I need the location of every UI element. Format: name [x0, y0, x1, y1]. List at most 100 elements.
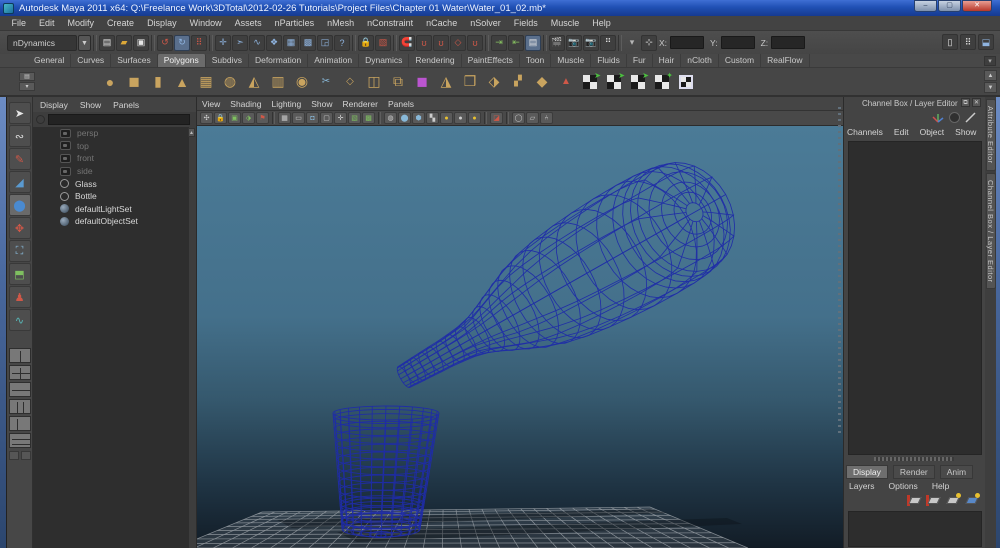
vp-plugin-icon[interactable]: ▱ [526, 112, 539, 124]
curve-tool-icon[interactable]: ∿ [9, 309, 31, 331]
shelf-sphere-icon[interactable]: ● [98, 69, 122, 94]
shelf-tab-fur[interactable]: Fur [627, 54, 653, 67]
z-input[interactable] [771, 36, 805, 49]
vp-lock-camera-icon[interactable]: 🔒 [214, 112, 227, 124]
vp-film-gate-icon[interactable]: ▭ [292, 112, 305, 124]
vp-light-default-icon[interactable]: ● [454, 112, 467, 124]
menu-modify[interactable]: Modify [61, 18, 101, 28]
shelf-checker2-icon[interactable]: ➤ [602, 69, 626, 94]
vp-isolate-icon[interactable]: ◯ [512, 112, 525, 124]
vp-shaded-icon[interactable]: ⬤ [398, 112, 411, 124]
maximize-button[interactable]: ▢ [938, 0, 961, 12]
shelf-smooth-icon[interactable]: ◼ [410, 69, 434, 94]
shelf-checker3-icon[interactable]: ➤ [626, 69, 650, 94]
shelf-checker1-icon[interactable]: ➤ [578, 69, 602, 94]
cb-menu-channels[interactable]: Channels [847, 127, 883, 137]
vp-light-selected-icon[interactable]: ● [468, 112, 481, 124]
shelf-bridge-icon[interactable]: ⬗ [482, 69, 506, 94]
absolute-transform-icon[interactable]: ⊹ [641, 35, 657, 51]
cb-menu-show[interactable]: Show [955, 127, 976, 137]
divider[interactable] [93, 35, 97, 51]
shelf-extrude-icon[interactable]: ◮ [434, 69, 458, 94]
create-empty-layer-icon[interactable] [907, 495, 922, 507]
select-by-component-icon[interactable]: ∿ [249, 35, 265, 51]
slider-mode-icon[interactable] [964, 111, 977, 124]
render-icon[interactable]: 🎬 [549, 35, 565, 51]
channel-box-close-icon[interactable]: ✕ [972, 98, 981, 107]
shelf-torus-icon[interactable]: ◍ [218, 69, 242, 94]
layout-hypergraph-icon[interactable] [9, 433, 31, 448]
shelf-tab-fluids[interactable]: Fluids [591, 54, 627, 67]
shelf-combine-icon[interactable]: ◫ [362, 69, 386, 94]
menu-set-dropdown[interactable]: nDynamics [7, 35, 77, 51]
outliner-scroll-up[interactable]: ▲ [188, 128, 195, 137]
render-settings-icon[interactable]: 📷 [583, 35, 599, 51]
vp-bookmark-icon[interactable]: ⬗ [242, 112, 255, 124]
divider[interactable] [209, 35, 213, 51]
outliner-item-front[interactable]: front [33, 152, 189, 165]
shelf-tab-deformation[interactable]: Deformation [249, 54, 308, 67]
divider[interactable] [618, 35, 622, 51]
le-menu-help[interactable]: Help [932, 481, 949, 491]
shelf-tab-animation[interactable]: Animation [308, 54, 359, 67]
layer-tab-display[interactable]: Display [846, 465, 888, 479]
menu-muscle[interactable]: Muscle [544, 18, 586, 28]
shelf-bevel-icon[interactable]: ❒ [458, 69, 482, 94]
divider[interactable] [352, 35, 356, 51]
vp-wireframe-icon[interactable]: ◍ [384, 112, 397, 124]
viewport-menu-lighting[interactable]: Lighting [271, 99, 301, 109]
menu-display[interactable]: Display [141, 18, 184, 28]
cb-menu-object[interactable]: Object [920, 127, 945, 137]
shelf-helix-icon[interactable]: ◉ [290, 69, 314, 94]
outliner-item-persp[interactable]: persp [33, 127, 189, 140]
panel-resize-grip[interactable] [874, 457, 954, 461]
rotate-tool-icon[interactable]: ✥ [9, 217, 31, 239]
menu-file[interactable]: File [5, 18, 33, 28]
vp-share-icon[interactable]: ⑃ [540, 112, 553, 124]
mask-faces-icon[interactable]: ▩ [300, 35, 316, 51]
channel-box-tearoff-icon[interactable]: ⧉ [961, 98, 970, 107]
field-mode-arrow-icon[interactable]: ▾ [624, 35, 640, 51]
paint-select-tool-icon[interactable]: ✎ [9, 148, 31, 170]
shelf-cube-icon[interactable]: ◼ [122, 69, 146, 94]
redo-icon[interactable]: ↻ [174, 35, 190, 51]
snap-curve-icon[interactable]: ʊ [416, 35, 432, 51]
layout-prev-icon[interactable] [9, 451, 19, 460]
outliner-filter-icon[interactable] [36, 115, 45, 124]
speed-dial-icon[interactable] [949, 112, 960, 123]
le-menu-options[interactable]: Options [889, 481, 918, 491]
show-attribute-editor-icon[interactable]: ▯ [942, 34, 958, 50]
current-tool-icon[interactable]: ⬤ [9, 194, 31, 216]
lasso-tool-icon[interactable]: ∾ [9, 125, 31, 147]
lock-icon[interactable]: 🔒 [358, 35, 374, 51]
close-button[interactable]: ✕ [962, 0, 992, 12]
show-tool-settings-icon[interactable]: ⠿ [960, 34, 976, 50]
layout-three-icon[interactable] [9, 399, 31, 414]
scale-tool-icon[interactable]: ⛶ [9, 240, 31, 262]
menu-fields[interactable]: Fields [507, 18, 544, 28]
highlight-icon[interactable]: ▧ [375, 35, 391, 51]
shelf-tab-options-icon[interactable]: ▾ [984, 56, 996, 66]
minimize-button[interactable]: – [914, 0, 937, 12]
menu-window[interactable]: Window [183, 18, 228, 28]
menu-nmesh[interactable]: nMesh [321, 18, 361, 28]
shelf-plane-icon[interactable]: ▦ [194, 69, 218, 94]
ipr-render-icon[interactable]: 📷 [566, 35, 582, 51]
divider[interactable] [151, 35, 155, 51]
create-layer-icon[interactable] [926, 495, 941, 507]
layout-single-icon[interactable] [9, 348, 31, 363]
divider[interactable] [543, 35, 547, 51]
shelf-cone-red-icon[interactable]: ▲ [554, 69, 578, 94]
construction-history-icon[interactable]: ▤ [525, 35, 541, 51]
snap-point-icon[interactable]: ʊ [433, 35, 449, 51]
outliner-item-defaultobjectset[interactable]: defaultObjectSet [33, 215, 189, 228]
vp-field-chart-icon[interactable]: ✛ [334, 112, 347, 124]
x-input[interactable] [670, 36, 704, 49]
cb-menu-edit[interactable]: Edit [894, 127, 909, 137]
mask-hulls-icon[interactable]: ◲ [317, 35, 333, 51]
outliner-item-bottle[interactable]: Bottle [33, 190, 189, 203]
manipulator-axis-icon[interactable] [932, 111, 945, 124]
layout-outliner-icon[interactable] [9, 416, 31, 431]
outliner-search-input[interactable] [48, 114, 190, 125]
outliner-menu-panels[interactable]: Panels [113, 100, 139, 110]
